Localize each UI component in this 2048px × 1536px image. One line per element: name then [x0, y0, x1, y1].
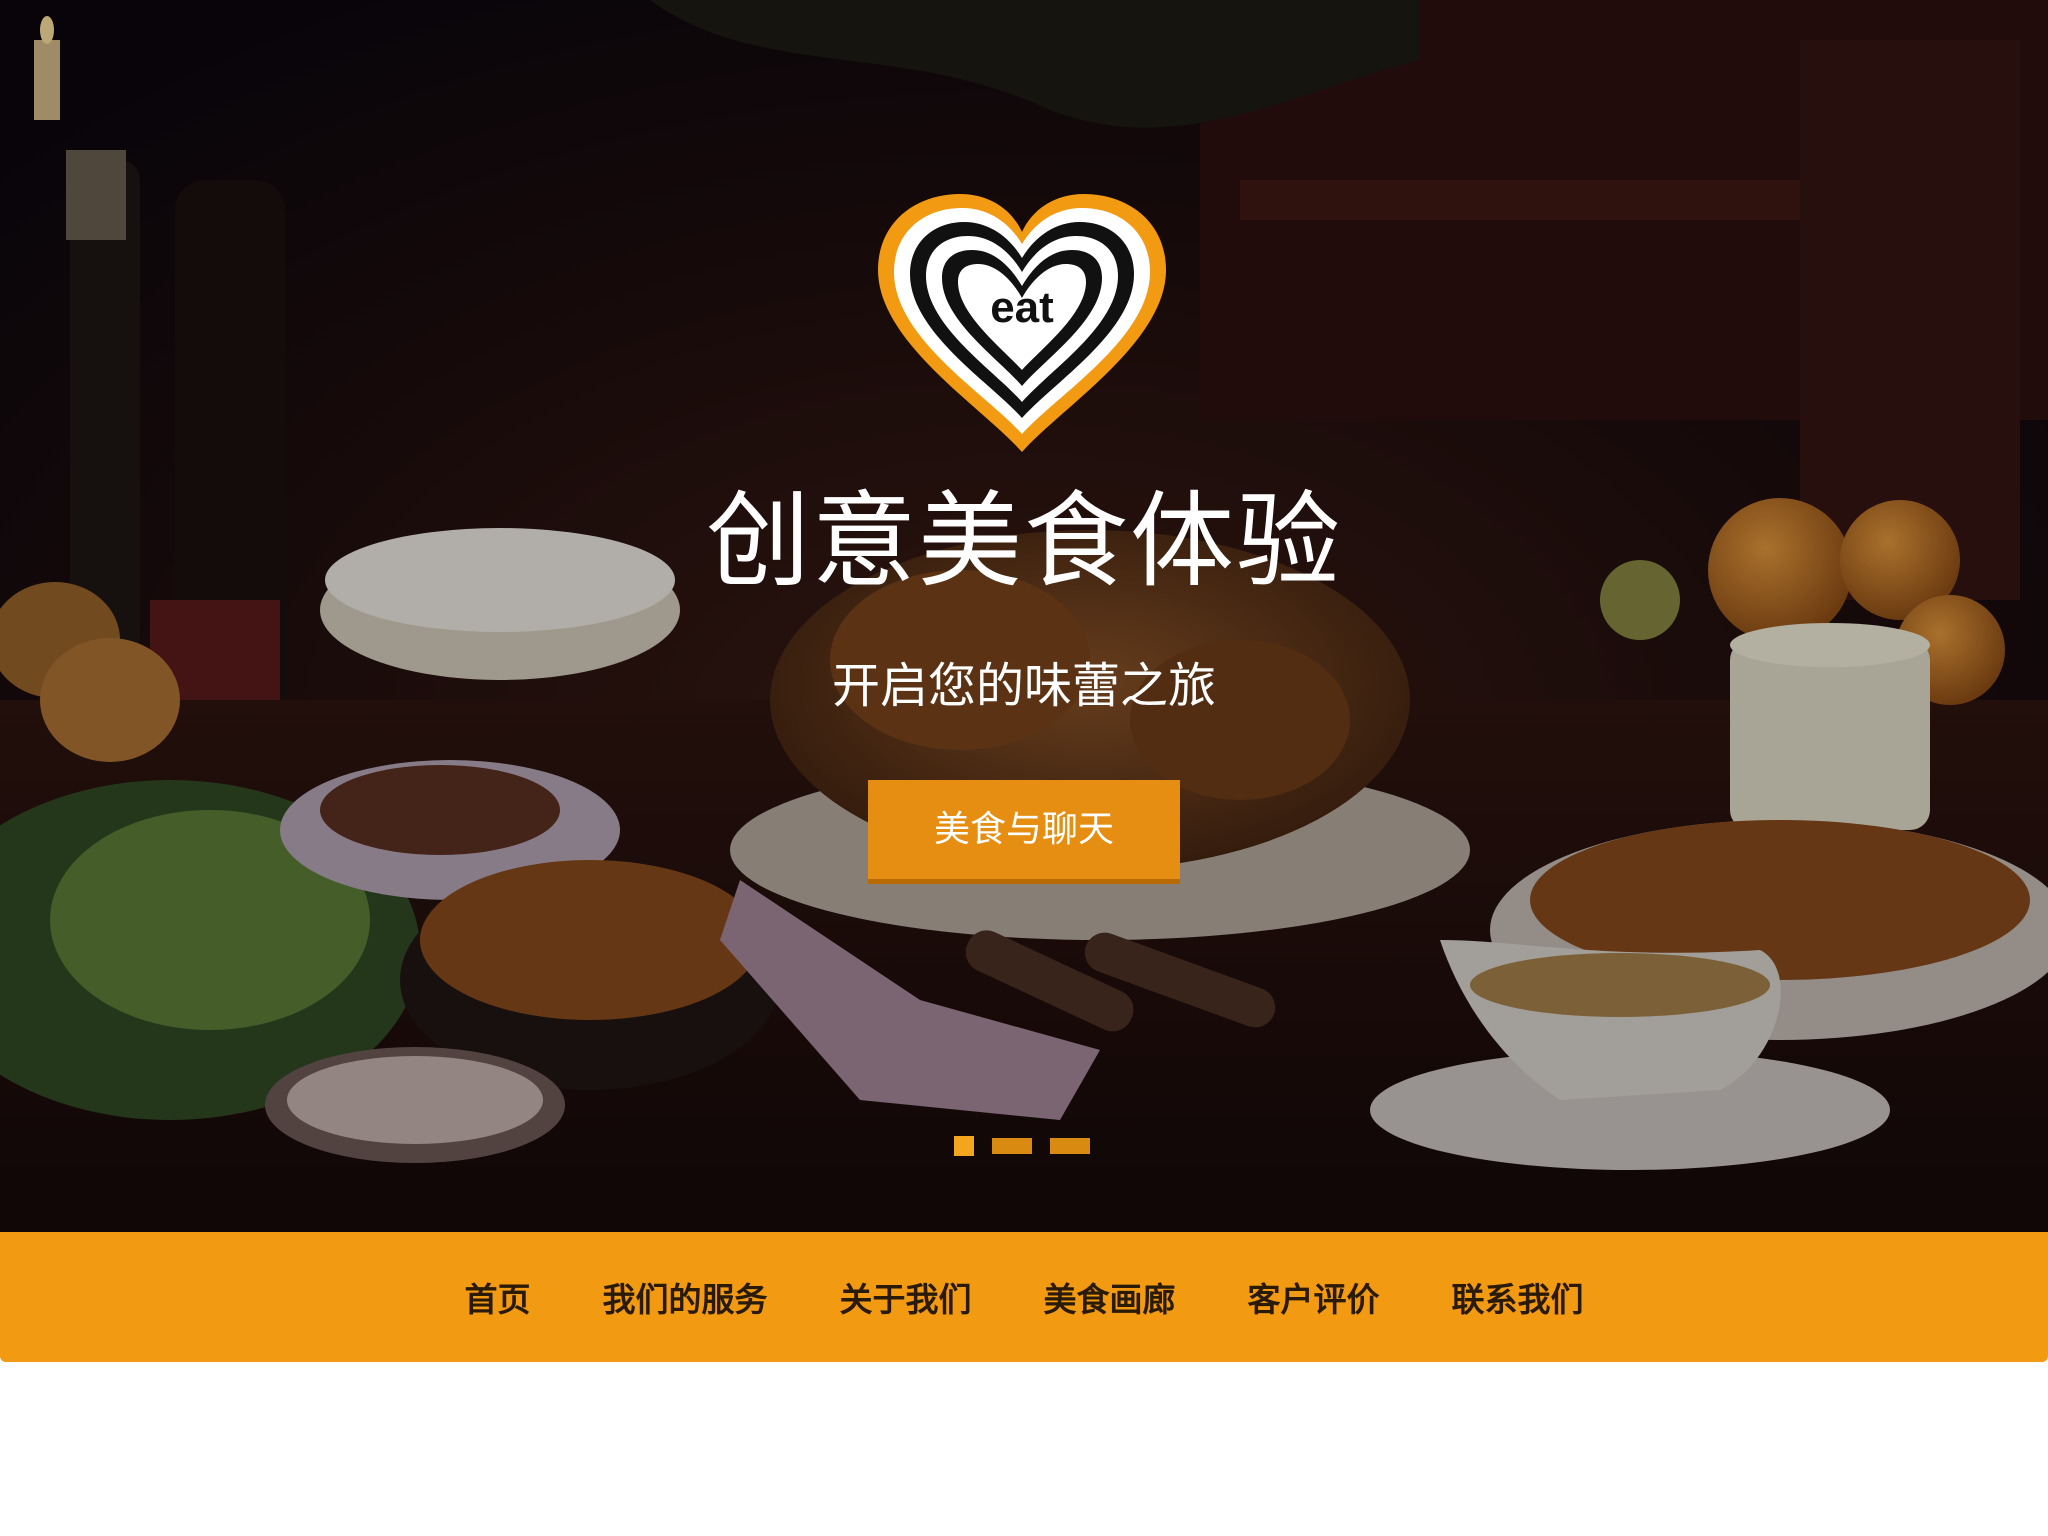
- hero-banner: eat 创意美食体验 开启您的味蕾之旅 美食与聊天: [0, 0, 2048, 1232]
- slider-dot-1[interactable]: [954, 1136, 974, 1156]
- slider-dot-3[interactable]: [1050, 1138, 1090, 1154]
- nav-item-home[interactable]: 首页: [465, 1273, 531, 1321]
- nav-item-gallery[interactable]: 美食画廊: [1044, 1273, 1176, 1321]
- food-and-chat-button[interactable]: 美食与聊天: [868, 780, 1180, 884]
- nav-item-about[interactable]: 关于我们: [840, 1273, 972, 1321]
- hero-dark-overlay: [0, 0, 2048, 1232]
- hero-subtitle: 开启您的味蕾之旅: [831, 658, 1216, 714]
- nav-item-services[interactable]: 我们的服务: [603, 1273, 768, 1321]
- slider-dot-2[interactable]: [992, 1138, 1032, 1154]
- logo-text: eat: [990, 283, 1054, 332]
- hero-title: 创意美食体验: [705, 480, 1342, 602]
- slider-indicators: [954, 1136, 1108, 1156]
- nav-item-contact[interactable]: 联系我们: [1452, 1273, 1584, 1321]
- nav-menu: 首页 我们的服务 关于我们 美食画廊 客户评价 联系我们: [0, 1232, 2048, 1362]
- heart-eat-logo-icon: eat: [878, 194, 1166, 452]
- main-navigation: 首页 我们的服务 关于我们 美食画廊 客户评价 联系我们: [0, 1232, 2048, 1362]
- nav-item-testimonials[interactable]: 客户评价: [1248, 1273, 1380, 1321]
